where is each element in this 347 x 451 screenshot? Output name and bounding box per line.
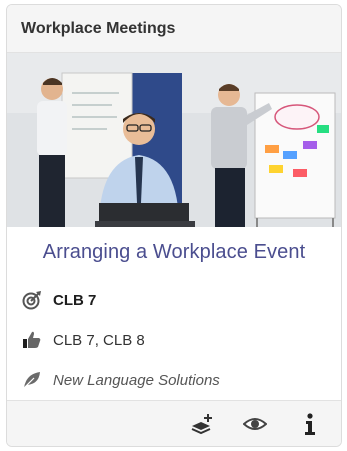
source-publisher-label: New Language Solutions	[53, 371, 220, 389]
clb-level: CLB 7	[21, 289, 96, 311]
recommended-levels-label: CLB 7, CLB 8	[53, 331, 145, 349]
card-category-title: Workplace Meetings	[21, 19, 176, 37]
resource-title-link[interactable]: Arranging a Workplace Event	[7, 241, 341, 264]
office-meeting-photo	[7, 53, 341, 227]
target-arrow-icon	[21, 289, 43, 311]
leaf-icon	[21, 369, 43, 391]
view-button[interactable]	[242, 411, 268, 437]
card-photo[interactable]	[7, 53, 341, 227]
source-publisher: New Language Solutions	[21, 369, 220, 391]
add-to-stack-button[interactable]	[189, 411, 215, 437]
card-header: Workplace Meetings	[7, 5, 341, 53]
eye-icon	[243, 418, 267, 430]
card-footer	[7, 400, 341, 446]
info-icon	[305, 413, 315, 435]
recommended-levels: CLB 7, CLB 8	[21, 329, 145, 351]
add-to-stack-icon	[191, 414, 212, 435]
info-button[interactable]	[297, 411, 323, 437]
resource-card: Workplace Meetings Arranging a Workplace…	[6, 4, 342, 447]
thumbs-up-icon	[21, 329, 43, 351]
clb-level-label: CLB 7	[53, 291, 97, 309]
